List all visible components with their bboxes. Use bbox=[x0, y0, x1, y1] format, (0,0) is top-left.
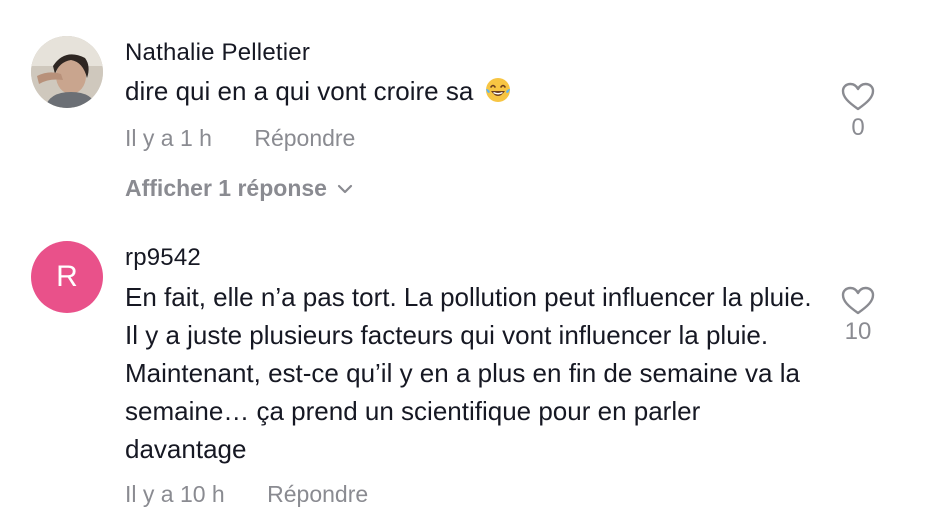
laughing-tears-emoji-icon bbox=[485, 78, 510, 102]
view-replies-button[interactable]: Afficher 1 réponse bbox=[125, 175, 353, 202]
comment-body: dire qui en a qui vont croire sa bbox=[125, 76, 474, 106]
timestamp: Il y a 10 h bbox=[125, 481, 225, 507]
comment-item: R rp9542 En fait, elle n’a pas tort. La … bbox=[0, 230, 932, 528]
username[interactable]: Nathalie Pelletier bbox=[125, 39, 310, 67]
avatar[interactable] bbox=[31, 36, 103, 108]
comment-text: En fait, elle n’a pas tort. La pollution… bbox=[125, 278, 815, 468]
comment-meta: Il y a 10 h Répondre bbox=[125, 481, 368, 508]
like-control: 0 bbox=[838, 82, 878, 142]
reply-button[interactable]: Répondre bbox=[254, 125, 355, 151]
like-control: 10 bbox=[838, 286, 878, 346]
avatar[interactable]: R bbox=[31, 241, 103, 313]
like-count: 0 bbox=[851, 114, 865, 141]
comment-item: Nathalie Pelletier dire qui en a qui von… bbox=[0, 0, 932, 230]
timestamp: Il y a 1 h bbox=[125, 125, 212, 151]
heart-outline-icon[interactable] bbox=[841, 82, 875, 112]
like-count: 10 bbox=[844, 318, 872, 345]
heart-outline-icon[interactable] bbox=[841, 286, 875, 316]
chevron-down-icon bbox=[337, 184, 353, 193]
avatar-letter: R bbox=[56, 260, 78, 293]
comment-text: dire qui en a qui vont croire sa bbox=[125, 72, 815, 110]
view-replies-label: Afficher 1 réponse bbox=[125, 175, 327, 201]
comment-meta: Il y a 1 h Répondre bbox=[125, 125, 355, 152]
comment-body: En fait, elle n’a pas tort. La pollution… bbox=[125, 282, 812, 464]
avatar-photo bbox=[31, 36, 103, 108]
reply-button[interactable]: Répondre bbox=[267, 481, 368, 507]
username[interactable]: rp9542 bbox=[125, 244, 201, 272]
